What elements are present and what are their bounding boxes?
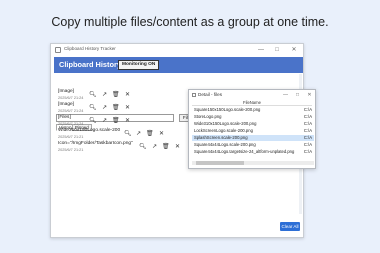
- window-icon: [192, 93, 196, 97]
- pin-icon[interactable]: ↗: [151, 144, 158, 150]
- file-path: C:\A: [303, 142, 312, 147]
- file-row-selected[interactable]: SplashScreen.scale-200.png C:\A: [192, 135, 314, 141]
- file-path: C:\A: [303, 107, 312, 112]
- history-item-date: 2025/6/7 21:21: [58, 148, 84, 152]
- file-path: C:\A: [303, 121, 312, 126]
- history-item-text[interactable]: [Image]: [58, 102, 74, 107]
- file-row[interactable]: StoreLogo.png C:\A: [192, 114, 314, 120]
- close-button[interactable]: ✕: [288, 45, 300, 55]
- file-row[interactable]: Square44x44Logo.scale-200.png C:\A: [192, 142, 314, 148]
- clear-all-button[interactable]: Clear All: [280, 222, 300, 231]
- history-item-text[interactable]: [Image]: [58, 89, 74, 94]
- file-path: C:\A: [303, 128, 312, 133]
- app-header: Clipboard History Monitoring ON: [54, 57, 303, 73]
- file-row[interactable]: LockScreenLogo.scale-200.png C:\A: [192, 128, 314, 134]
- delete-icon[interactable]: 🗑︎: [146, 131, 154, 137]
- search-icon[interactable]: 🔍︎: [89, 105, 97, 111]
- filename-column-header[interactable]: FileName: [192, 100, 312, 106]
- detail-window: Detail - files — □ ✕ FileName Square150x…: [188, 89, 316, 169]
- app-icon: [55, 47, 61, 53]
- delete-icon[interactable]: 🗑︎: [162, 144, 170, 150]
- title-bar: Clipboard History Tracker — □ ✕: [51, 44, 303, 56]
- file-name: LockScreenLogo.scale-200.png: [194, 128, 253, 133]
- history-item-date: 2025/6/7 21:24: [58, 122, 84, 126]
- file-name: SplashScreen.scale-200.png: [194, 135, 248, 140]
- maximize-button[interactable]: □: [271, 45, 283, 55]
- scrollbar-thumb[interactable]: [196, 161, 244, 165]
- app-title: Clipboard History: [59, 60, 122, 69]
- pin-icon[interactable]: ↗: [101, 105, 108, 111]
- maximize-button[interactable]: □: [293, 91, 302, 99]
- monitoring-toggle-button[interactable]: Monitoring ON: [118, 60, 160, 70]
- close-icon[interactable]: ✕: [124, 92, 131, 98]
- close-button[interactable]: ✕: [305, 91, 314, 99]
- file-row[interactable]: Square150x150Logo.scale-200.png C:\A: [192, 107, 314, 113]
- history-item-date: 2025/6/7 21:24: [58, 109, 84, 113]
- file-name: Wide310x150Logo.scale-200.png: [194, 121, 257, 126]
- delete-icon[interactable]: 🗑︎: [112, 92, 120, 98]
- history-item-text[interactable]: Icon="/ImgFolder/TaskbarIcon.png": [58, 141, 133, 146]
- close-icon[interactable]: ✕: [124, 118, 131, 124]
- pin-icon[interactable]: ↗: [135, 131, 142, 137]
- file-path: C:\A: [303, 135, 312, 140]
- file-path: C:\A: [303, 114, 312, 119]
- file-name: StoreLogo.png: [194, 114, 222, 119]
- pin-icon[interactable]: ↗: [101, 92, 108, 98]
- minimize-button[interactable]: —: [255, 45, 267, 55]
- file-row[interactable]: Square44x44Logo.targetsize-24_altform-un…: [192, 149, 314, 155]
- detail-window-title: Detail - files: [198, 92, 222, 97]
- history-item-date: 2025/6/7 21:24: [58, 96, 84, 100]
- file-row[interactable]: Wide310x150Logo.scale-200.png C:\A: [192, 121, 314, 127]
- close-icon[interactable]: ✕: [124, 105, 131, 111]
- delete-icon[interactable]: 🗑︎: [112, 105, 120, 111]
- headline: Copy multiple files/content as a group a…: [51, 15, 329, 29]
- history-item-date: 2025/6/7 21:21: [58, 135, 84, 139]
- minimize-button[interactable]: —: [281, 91, 290, 99]
- history-item-text[interactable]: Wide310x150Logo.scale-200: [58, 128, 120, 133]
- search-icon[interactable]: 🔍︎: [89, 92, 97, 98]
- close-icon[interactable]: ✕: [158, 131, 165, 137]
- file-name: Square150x150Logo.scale-200.png: [194, 107, 261, 112]
- search-icon[interactable]: 🔍︎: [89, 118, 97, 124]
- delete-icon[interactable]: 🗑︎: [112, 118, 120, 124]
- search-icon[interactable]: 🔍︎: [139, 144, 147, 150]
- horizontal-scrollbar[interactable]: [192, 161, 314, 165]
- close-icon[interactable]: ✕: [174, 144, 181, 150]
- pin-icon[interactable]: ↗: [101, 118, 108, 124]
- file-path: C:\A: [303, 149, 312, 154]
- file-name: Square44x44Logo.targetsize-24_altform-un…: [194, 149, 295, 154]
- window-title: Clipboard History Tracker: [64, 46, 116, 51]
- file-name: Square44x44Logo.scale-200.png: [194, 142, 256, 147]
- search-icon[interactable]: 🔍︎: [124, 131, 132, 137]
- history-item-text[interactable]: [Files]: [58, 115, 71, 120]
